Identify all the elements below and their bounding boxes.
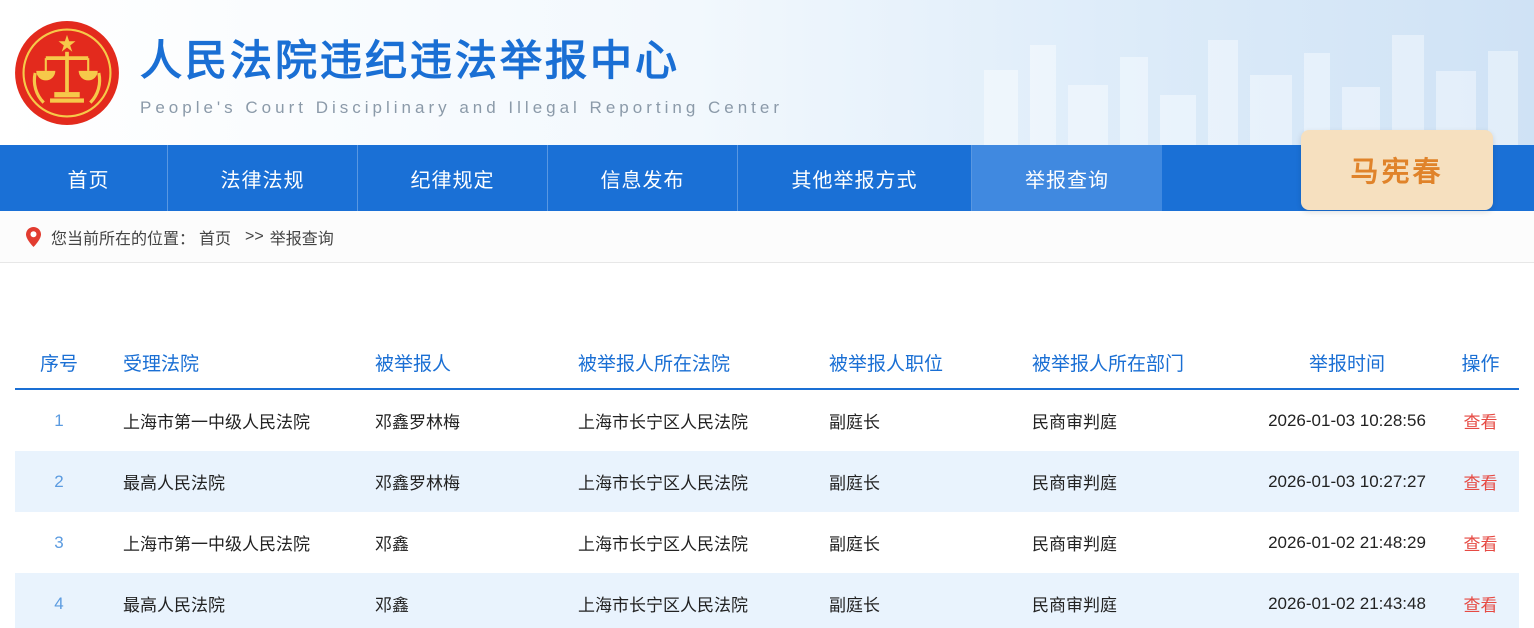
nav-item-laws[interactable]: 法律法规 — [168, 145, 358, 211]
cell-department: 民商审判庭 — [1012, 469, 1252, 494]
site-title: 人民法院违纪违法举报中心 — [140, 27, 783, 88]
table-header-row: 序号 受理法院 被举报人 被举报人所在法院 被举报人职位 被举报人所在部门 举报… — [15, 337, 1519, 390]
location-pin-icon — [26, 227, 41, 247]
cell-department: 民商审判庭 — [1012, 408, 1252, 433]
nav-item-info[interactable]: 信息发布 — [548, 145, 738, 211]
col-header-action: 操作 — [1442, 349, 1519, 376]
table-row: 1 上海市第一中级人民法院 邓鑫罗林梅 上海市长宁区人民法院 副庭长 民商审判庭… — [15, 390, 1519, 451]
cell-time: 2026-01-02 21:48:29 — [1252, 533, 1442, 553]
col-header-reported-court: 被举报人所在法院 — [558, 349, 809, 376]
breadcrumb-current: 举报查询 — [270, 225, 334, 249]
nav-item-report-query[interactable]: 举报查询 — [972, 145, 1162, 211]
cell-reported-court: 上海市长宁区人民法院 — [558, 469, 809, 494]
nav-item-other-report[interactable]: 其他举报方式 — [738, 145, 972, 211]
table-row: 2 最高人民法院 邓鑫罗林梅 上海市长宁区人民法院 副庭长 民商审判庭 2026… — [15, 451, 1519, 512]
cell-court: 最高人民法院 — [103, 469, 355, 494]
breadcrumb-prefix: 您当前所在的位置： — [51, 225, 195, 249]
cell-department: 民商审判庭 — [1012, 530, 1252, 555]
site-subtitle: People's Court Disciplinary and Illegal … — [140, 98, 783, 118]
report-table: 序号 受理法院 被举报人 被举报人所在法院 被举报人职位 被举报人所在部门 举报… — [15, 337, 1519, 628]
nav-item-discipline[interactable]: 纪律规定 — [358, 145, 548, 211]
cell-position: 副庭长 — [809, 591, 1012, 616]
cell-seq: 1 — [15, 411, 103, 431]
cell-time: 2026-01-03 10:28:56 — [1252, 411, 1442, 431]
nav-item-home[interactable]: 首页 — [10, 145, 168, 211]
view-link[interactable]: 查看 — [1464, 535, 1498, 554]
view-link[interactable]: 查看 — [1464, 474, 1498, 493]
cell-reported-court: 上海市长宁区人民法院 — [558, 530, 809, 555]
cell-reported: 邓鑫 — [355, 591, 558, 616]
page: 人民法院违纪违法举报中心 People's Court Disciplinary… — [0, 0, 1534, 628]
table-body: 1 上海市第一中级人民法院 邓鑫罗林梅 上海市长宁区人民法院 副庭长 民商审判庭… — [15, 390, 1519, 628]
col-header-reported: 被举报人 — [355, 349, 558, 376]
col-header-seq: 序号 — [15, 349, 103, 376]
cell-seq: 2 — [15, 472, 103, 492]
col-header-position: 被举报人职位 — [809, 349, 1012, 376]
table-row: 4 最高人民法院 邓鑫 上海市长宁区人民法院 副庭长 民商审判庭 2026-01… — [15, 573, 1519, 628]
user-name-badge[interactable]: 马宪春 — [1301, 130, 1493, 210]
view-link[interactable]: 查看 — [1464, 596, 1498, 615]
cell-court: 上海市第一中级人民法院 — [103, 408, 355, 433]
cell-position: 副庭长 — [809, 408, 1012, 433]
col-header-court: 受理法院 — [103, 349, 355, 376]
cell-reported-court: 上海市长宁区人民法院 — [558, 408, 809, 433]
cell-seq: 3 — [15, 533, 103, 553]
breadcrumb: 您当前所在的位置： 首页 >> 举报查询 — [0, 211, 1534, 263]
breadcrumb-home-link[interactable]: 首页 — [199, 225, 231, 249]
cell-time: 2026-01-03 10:27:27 — [1252, 472, 1442, 492]
cell-reported-court: 上海市长宁区人民法院 — [558, 591, 809, 616]
skyline-decoration — [974, 15, 1534, 145]
cell-reported: 邓鑫罗林梅 — [355, 469, 558, 494]
col-header-department: 被举报人所在部门 — [1012, 349, 1252, 376]
cell-department: 民商审判庭 — [1012, 591, 1252, 616]
col-header-time: 举报时间 — [1252, 349, 1442, 376]
cell-court: 上海市第一中级人民法院 — [103, 530, 355, 555]
court-emblem-logo — [14, 20, 120, 126]
title-block: 人民法院违纪违法举报中心 People's Court Disciplinary… — [140, 27, 783, 118]
view-link[interactable]: 查看 — [1464, 413, 1498, 432]
cell-court: 最高人民法院 — [103, 591, 355, 616]
table-row: 3 上海市第一中级人民法院 邓鑫 上海市长宁区人民法院 副庭长 民商审判庭 20… — [15, 512, 1519, 573]
cell-time: 2026-01-02 21:43:48 — [1252, 594, 1442, 614]
cell-reported: 邓鑫罗林梅 — [355, 408, 558, 433]
site-header: 人民法院违纪违法举报中心 People's Court Disciplinary… — [0, 0, 1534, 145]
cell-position: 副庭长 — [809, 530, 1012, 555]
cell-reported: 邓鑫 — [355, 530, 558, 555]
breadcrumb-separator: >> — [245, 228, 264, 246]
cell-position: 副庭长 — [809, 469, 1012, 494]
cell-seq: 4 — [15, 594, 103, 614]
